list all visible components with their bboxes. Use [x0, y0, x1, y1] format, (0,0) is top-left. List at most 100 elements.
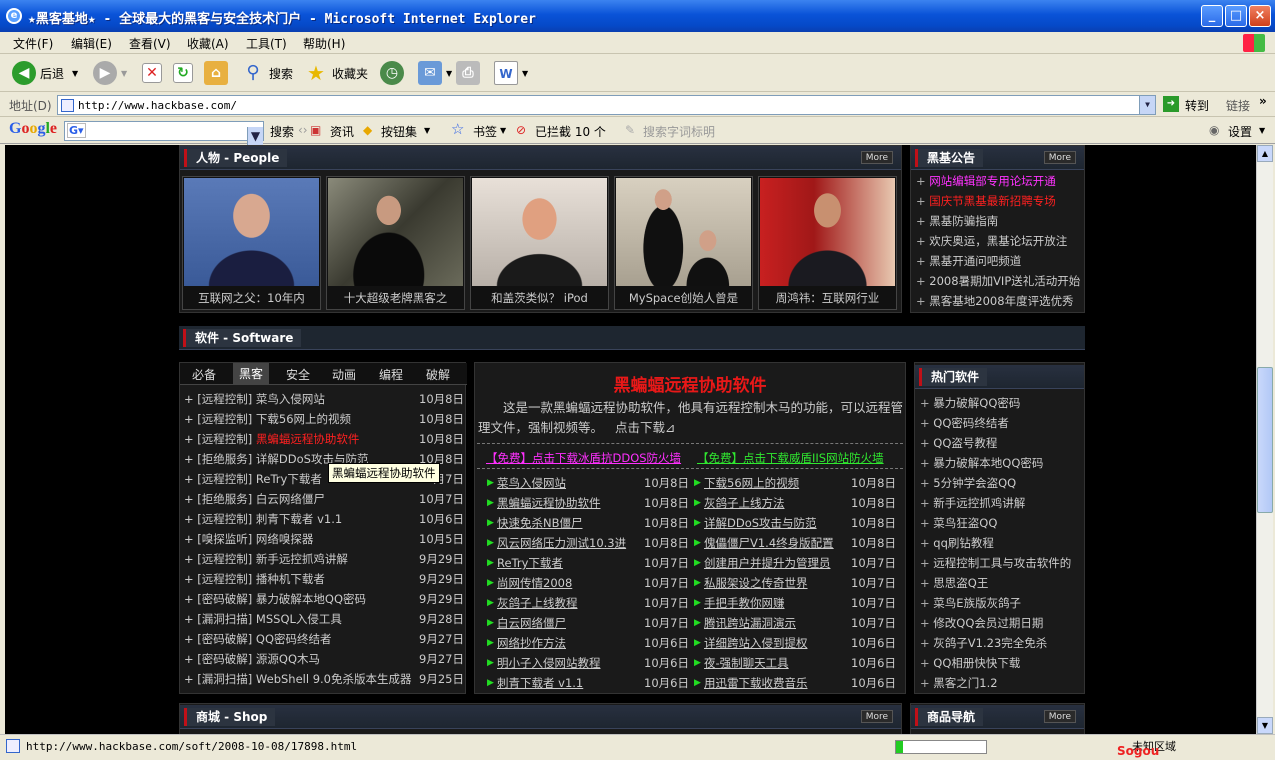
- featured-row[interactable]: ▶ 菜鸟入侵网站 10月8日: [487, 473, 692, 493]
- featured-row[interactable]: ▶ 黑蝙蝠远程协助软件 10月8日: [487, 493, 692, 513]
- tab-programming[interactable]: 编程: [379, 366, 403, 383]
- popup-blocked-count[interactable]: 已拦截 10 个: [535, 123, 606, 140]
- featured-link[interactable]: 白云网络僵尸: [497, 613, 637, 633]
- software-name[interactable]: + [漏洞扫描] MSSQL入侵工具: [184, 609, 414, 629]
- settings-dropdown-icon[interactable]: ▼: [1259, 126, 1265, 135]
- featured-row[interactable]: ▶ 傀儡僵尸V1.4终身版配置 10月8日: [694, 533, 899, 553]
- software-name[interactable]: + [漏洞扫描] WebShell 9.0免杀版本生成器: [184, 669, 414, 689]
- home-button[interactable]: ⌂: [204, 61, 232, 85]
- featured-row[interactable]: ▶ 灰鸽子上线教程 10月7日: [487, 593, 692, 613]
- software-name[interactable]: + [密码破解] 源源QQ木马: [184, 649, 414, 669]
- mail-button[interactable]: ✉ ▼: [418, 61, 452, 85]
- promo-link-1[interactable]: 【免费】点击下载冰盾抗DDOS防火墙: [486, 450, 681, 466]
- hot-item[interactable]: qq刷钻教程: [920, 533, 1090, 553]
- software-name[interactable]: + [远程控制] 下载56网上的视频: [184, 409, 414, 429]
- notice-item[interactable]: 网站编辑部专用论坛开通: [916, 171, 1086, 191]
- featured-link[interactable]: 风云网络压力测试10.3进: [497, 533, 637, 553]
- featured-row[interactable]: ▶ 白云网络僵尸 10月7日: [487, 613, 692, 633]
- featured-row[interactable]: ▶ 用迅雷下载收费音乐 10月6日: [694, 673, 899, 693]
- tab-hacker[interactable]: 黑客: [233, 363, 270, 385]
- hot-item[interactable]: QQ相册快快下载: [920, 653, 1090, 673]
- featured-link[interactable]: 夜-强制聊天工具: [704, 653, 844, 673]
- featured-link[interactable]: 用迅雷下载收费音乐: [704, 673, 844, 693]
- featured-title[interactable]: 黑蝙蝠远程协助软件: [475, 371, 905, 396]
- people-photo-5[interactable]: 周鸿祎：互联网行业: [758, 176, 897, 310]
- software-row[interactable]: + [嗅探监听] 网络嗅探器 10月5日: [184, 529, 464, 549]
- software-row[interactable]: + [远程控制] 新手远控抓鸡讲解 9月29日: [184, 549, 464, 569]
- back-button[interactable]: ◀ 后退 ▼: [12, 61, 78, 85]
- featured-link[interactable]: 腾讯跨站漏洞演示: [704, 613, 844, 633]
- featured-link[interactable]: 菜鸟入侵网站: [497, 473, 637, 493]
- software-row[interactable]: + [远程控制] 刺青下载者 v1.1 10月6日: [184, 509, 464, 529]
- google-search-dropdown-icon[interactable]: ▼: [247, 127, 263, 145]
- shop-more-button[interactable]: More: [860, 710, 893, 723]
- software-name[interactable]: + [远程控制] 刺青下载者 v1.1: [184, 509, 414, 529]
- software-row[interactable]: + [漏洞扫描] WebShell 9.0免杀版本生成器 9月25日: [184, 669, 464, 689]
- featured-row[interactable]: ▶ 尚网传情2008 10月7日: [487, 573, 692, 593]
- google-search-input[interactable]: G▾ ▼: [64, 121, 264, 145]
- promo-link-2[interactable]: 【免费】点击下载威盾IIS网站防火墙: [697, 450, 884, 466]
- featured-row[interactable]: ▶ 创建用户并提升为管理员 10月7日: [694, 553, 899, 573]
- featured-row[interactable]: ▶ 网络抄作方法 10月6日: [487, 633, 692, 653]
- featured-link[interactable]: 快速免杀NB僵尸: [497, 513, 637, 533]
- featured-row[interactable]: ▶ 详解DDoS攻击与防范 10月8日: [694, 513, 899, 533]
- featured-link[interactable]: 黑蝙蝠远程协助软件: [497, 493, 637, 513]
- featured-link[interactable]: ReTry下载者: [497, 553, 637, 573]
- print-button[interactable]: ⎙: [456, 61, 484, 85]
- people-photo-4[interactable]: MySpace创始人曾是: [614, 176, 753, 310]
- highlight-button[interactable]: 搜索字词标明: [643, 123, 715, 140]
- featured-link[interactable]: 明小子入侵网站教程: [497, 653, 637, 673]
- address-dropdown-icon[interactable]: ▼: [1139, 96, 1155, 114]
- menu-tools[interactable]: 工具(T): [246, 35, 287, 52]
- software-name[interactable]: + [远程控制] 新手远控抓鸡讲解: [184, 549, 414, 569]
- software-row[interactable]: + [密码破解] 暴力破解本地QQ密码 9月29日: [184, 589, 464, 609]
- featured-link[interactable]: 灰鸽子上线方法: [704, 493, 844, 513]
- hot-item[interactable]: QQ密码终结者: [920, 413, 1090, 433]
- hot-item[interactable]: 思思盗Q王: [920, 573, 1090, 593]
- featured-row[interactable]: ▶ 快速免杀NB僵尸 10月8日: [487, 513, 692, 533]
- links-button[interactable]: 链接: [1226, 97, 1250, 114]
- google-logo[interactable]: Google: [9, 120, 57, 138]
- tab-cracking[interactable]: 破解: [426, 366, 450, 383]
- hot-item[interactable]: 菜鸟E族版灰鸽子: [920, 593, 1090, 613]
- notice-item[interactable]: 黑基开通问吧频道: [916, 251, 1086, 271]
- menu-favorites[interactable]: 收藏(A): [187, 35, 229, 52]
- featured-row[interactable]: ▶ 明小子入侵网站教程 10月6日: [487, 653, 692, 673]
- menu-view[interactable]: 查看(V): [129, 35, 171, 52]
- software-row[interactable]: + [密码破解] QQ密码终结者 9月27日: [184, 629, 464, 649]
- address-input[interactable]: http://www.hackbase.com/ ▼: [57, 95, 1156, 115]
- bookmarks-button[interactable]: 书签: [473, 123, 497, 140]
- scroll-up-icon[interactable]: ▲: [1257, 145, 1273, 162]
- featured-link[interactable]: 详细跨站入侵到提权: [704, 633, 844, 653]
- close-button[interactable]: ×: [1249, 5, 1271, 27]
- maximize-button[interactable]: □: [1225, 5, 1247, 27]
- notice-item[interactable]: 2008暑期加VIP送礼活动开始: [916, 271, 1086, 291]
- refresh-button[interactable]: ↻: [173, 61, 197, 85]
- menu-help[interactable]: 帮助(H): [303, 35, 345, 52]
- notice-item[interactable]: 国庆节黑基最新招聘专场: [916, 191, 1086, 211]
- menu-edit[interactable]: 编辑(E): [71, 35, 112, 52]
- menu-file[interactable]: 文件(F): [13, 35, 53, 52]
- software-row[interactable]: + [远程控制] 菜鸟入侵网站 10月8日: [184, 389, 464, 409]
- featured-link[interactable]: 详解DDoS攻击与防范: [704, 513, 844, 533]
- notice-item[interactable]: 黑客基地2008年度评选优秀: [916, 291, 1086, 311]
- featured-link[interactable]: 私服架设之传奇世界: [704, 573, 844, 593]
- tab-security[interactable]: 安全: [286, 366, 310, 383]
- featured-row[interactable]: ▶ 详细跨站入侵到提权 10月6日: [694, 633, 899, 653]
- stop-button[interactable]: ✕: [142, 61, 166, 85]
- hot-item[interactable]: 5分钟学会盗QQ: [920, 473, 1090, 493]
- featured-link[interactable]: 傀儡僵尸V1.4终身版配置: [704, 533, 844, 553]
- go-arrow-icon[interactable]: ➜: [1163, 96, 1179, 112]
- edit-button[interactable]: W ▼: [494, 61, 528, 85]
- people-photo-2[interactable]: 十大超级老牌黑客之: [326, 176, 465, 310]
- hot-item[interactable]: 新手远控抓鸡讲解: [920, 493, 1090, 513]
- notice-more-button[interactable]: More: [1043, 151, 1076, 164]
- minimize-button[interactable]: _: [1201, 5, 1223, 27]
- featured-link[interactable]: 灰鸽子上线教程: [497, 593, 637, 613]
- news-button[interactable]: 资讯: [330, 123, 354, 140]
- software-name[interactable]: + [嗅探监听] 网络嗅探器: [184, 529, 414, 549]
- favorites-button[interactable]: ★ 收藏夹: [304, 61, 368, 85]
- button-gallery-button[interactable]: 按钮集: [381, 123, 417, 140]
- notice-item[interactable]: 黑基防骗指南: [916, 211, 1086, 231]
- software-name[interactable]: + [拒绝服务] 白云网络僵尸: [184, 489, 414, 509]
